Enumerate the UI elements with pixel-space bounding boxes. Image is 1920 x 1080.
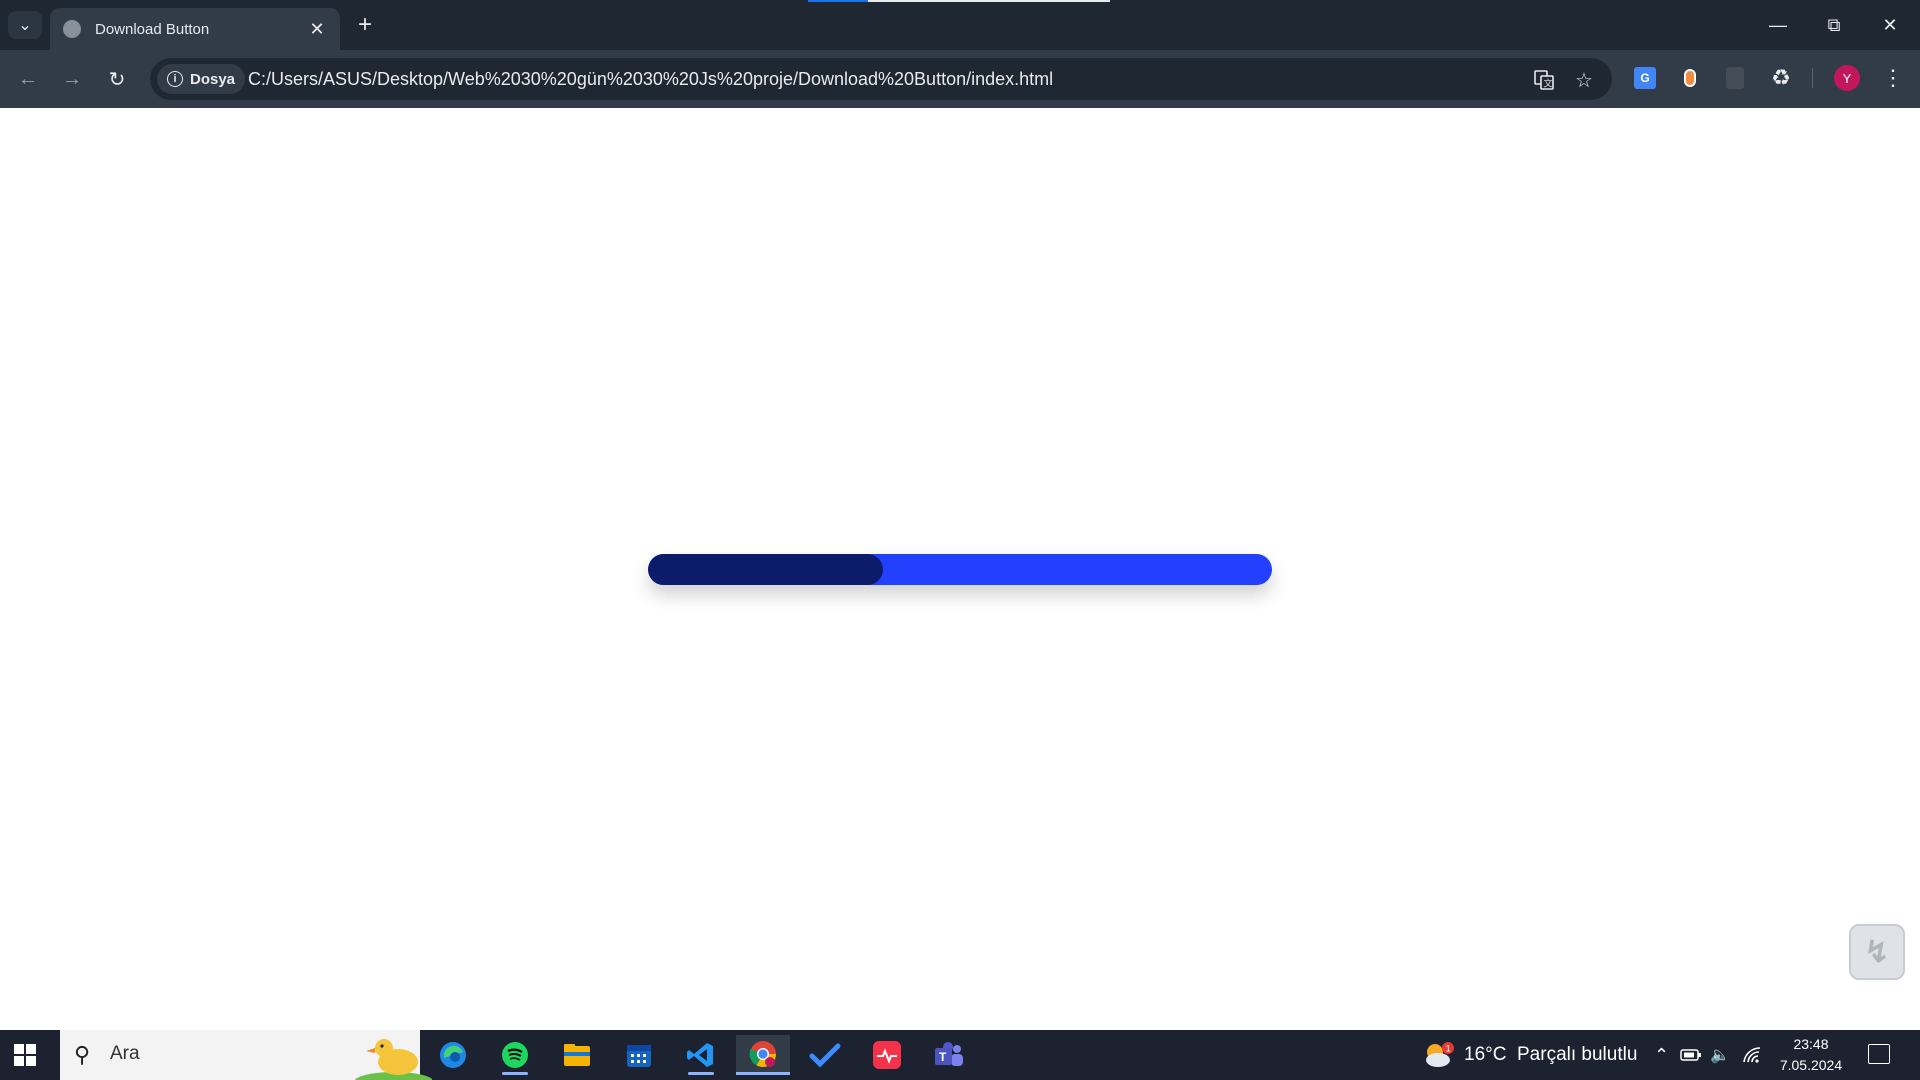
- edge-icon[interactable]: [426, 1035, 480, 1075]
- extensions-puzzle-icon[interactable]: ♻: [1766, 63, 1796, 93]
- weather-cloud-icon: 1: [1426, 1042, 1454, 1067]
- system-clock[interactable]: 23:48 7.05.2024: [1776, 1034, 1846, 1076]
- search-placeholder: Ara: [110, 1043, 140, 1064]
- tab-title: Download Button: [95, 20, 210, 38]
- chevron-down-icon: ⌄: [18, 17, 32, 34]
- dark-extension-icon[interactable]: [1720, 63, 1750, 93]
- vscode-icon[interactable]: [674, 1035, 728, 1075]
- tab-search-button[interactable]: ⌄: [8, 11, 42, 39]
- tab-bar: ⌄ Download Button ✕ + — ⧉ ✕: [0, 0, 1920, 50]
- restore-button[interactable]: ⧉: [1806, 0, 1862, 50]
- reload-button[interactable]: ↻: [101, 63, 133, 95]
- close-tab-icon[interactable]: ✕: [306, 18, 328, 40]
- google-translate-extension-icon[interactable]: G: [1630, 63, 1660, 93]
- close-window-button[interactable]: ✕: [1862, 0, 1918, 50]
- orange-extension-icon[interactable]: [1675, 63, 1705, 93]
- menu-kebab-icon[interactable]: ⋮: [1878, 63, 1908, 93]
- windows-taskbar: ⚲ Ara T 1 16°C Parçalı bulutlu ⌃ 🔈 23:48…: [0, 1030, 1920, 1080]
- search-icon: ⚲: [74, 1042, 91, 1067]
- weather-text: 16°C Parçalı bulutlu: [1464, 1044, 1638, 1065]
- profile-avatar[interactable]: Y: [1832, 63, 1862, 93]
- tab-loading-indicator: [808, 0, 1110, 2]
- info-icon: i: [167, 71, 183, 87]
- show-hidden-icons-chevron-icon[interactable]: ⌃: [1654, 1030, 1669, 1080]
- notification-center-icon[interactable]: [1868, 1044, 1890, 1064]
- address-bar[interactable]: i Dosya C:/Users/ASUS/Desktop/Web%2030%2…: [150, 58, 1612, 100]
- download-progress-bar[interactable]: [648, 554, 1272, 585]
- browser-toolbar: ← → ↻ i Dosya C:/Users/ASUS/Desktop/Web%…: [0, 50, 1920, 108]
- chrome-icon[interactable]: [736, 1035, 790, 1075]
- floating-lightning-icon[interactable]: ↯: [1849, 924, 1905, 980]
- cardiogram-icon[interactable]: [860, 1035, 914, 1075]
- minimize-button[interactable]: —: [1750, 0, 1806, 50]
- forward-button[interactable]: →: [56, 63, 88, 95]
- site-info-chip[interactable]: i Dosya: [157, 64, 246, 94]
- volume-icon[interactable]: 🔈: [1710, 1030, 1730, 1080]
- download-progress-fill: [648, 554, 883, 585]
- calendar-icon[interactable]: [612, 1035, 666, 1075]
- toolbar-divider: [1812, 68, 1813, 88]
- windows-start-icon[interactable]: [14, 1044, 36, 1066]
- teams-icon[interactable]: T: [922, 1035, 976, 1075]
- taskbar-search[interactable]: ⚲ Ara: [60, 1030, 432, 1080]
- svg-text:T: T: [939, 1050, 947, 1064]
- spotify-icon[interactable]: [488, 1035, 542, 1075]
- new-tab-button[interactable]: +: [352, 11, 378, 38]
- translate-icon[interactable]: 文: [1531, 67, 1557, 93]
- weather-widget[interactable]: 1 16°C Parçalı bulutlu: [1422, 1030, 1637, 1080]
- back-button[interactable]: ←: [12, 63, 44, 95]
- battery-icon[interactable]: [1680, 1030, 1702, 1080]
- todo-icon[interactable]: [798, 1035, 852, 1075]
- clock-time: 23:48: [1793, 1036, 1829, 1052]
- site-info-label: Dosya: [190, 70, 236, 88]
- globe-icon: [63, 20, 81, 38]
- bookmark-star-icon[interactable]: ☆: [1571, 67, 1597, 93]
- clock-date: 7.05.2024: [1779, 1057, 1843, 1073]
- wifi-icon[interactable]: [1742, 1030, 1762, 1080]
- file-explorer-icon[interactable]: [550, 1035, 604, 1075]
- duck-illustration-icon: [354, 1039, 432, 1080]
- url-text[interactable]: C:/Users/ASUS/Desktop/Web%2030%20gün%203…: [248, 69, 1053, 90]
- svg-text:文: 文: [1544, 78, 1553, 90]
- svg-text:1: 1: [1446, 1044, 1451, 1054]
- tab-active[interactable]: Download Button ✕: [50, 8, 340, 50]
